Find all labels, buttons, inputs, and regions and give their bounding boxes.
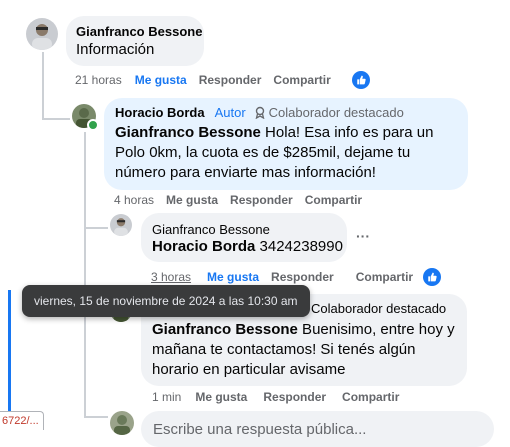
comment-text-block: Gianfranco Bessone Hola! Esa info es par… <box>115 123 455 183</box>
timestamp-link[interactable]: 3 horas <box>151 270 191 284</box>
more-options-button[interactable]: ··· <box>356 228 370 244</box>
thread-branch-2 <box>84 227 108 229</box>
timestamp-link[interactable]: 4 horas <box>114 193 154 207</box>
comment-text: Información <box>76 41 155 58</box>
comment-actions-1: 21 horas Me gusta Responder Compartir <box>75 73 331 87</box>
comment-actions-2: 4 horas Me gusta Responder Compartir <box>114 193 362 207</box>
comment-header: Horacio Borda Autor Colaborador destacad… <box>115 105 404 120</box>
timestamp-link[interactable]: 1 min <box>152 390 181 404</box>
left-accent-bar <box>8 290 11 415</box>
like-reaction-icon[interactable] <box>352 71 370 89</box>
share-button[interactable]: Compartir <box>356 270 413 284</box>
mention-link[interactable]: Horacio Borda <box>152 238 255 255</box>
reply-input[interactable]: Escribe una respuesta pública... <box>141 411 494 447</box>
comment-bubble-1: Gianfranco Bessone Información <box>66 16 204 66</box>
comment-header: Colaborador destacado <box>296 301 446 316</box>
reply-button[interactable]: Responder <box>271 270 334 284</box>
reply-button[interactable]: Responder <box>199 73 262 87</box>
comment-bubble-3: Gianfranco Bessone Horacio Borda 3424238… <box>141 213 347 262</box>
mention-link[interactable]: Gianfranco Bessone <box>115 124 261 141</box>
comment-text-block: Horacio Borda 3424238990 <box>152 237 343 257</box>
like-button[interactable]: Me gusta <box>207 270 259 284</box>
mention-link[interactable]: Gianfranco Bessone <box>152 321 298 338</box>
comment-text-block: Gianfranco Bessone Buenisimo, entre hoy … <box>152 320 458 380</box>
badge-label: Colaborador destacado <box>311 301 447 316</box>
like-button[interactable]: Me gusta <box>135 73 187 87</box>
comment-bubble-2: Horacio Borda Autor Colaborador destacad… <box>104 98 468 190</box>
badge-label: Colaborador destacado <box>268 105 404 120</box>
thread-branch-3 <box>84 416 108 418</box>
thread-branch-1 <box>42 118 70 120</box>
badge-icon <box>254 106 266 120</box>
avatar-gianfranco[interactable] <box>26 18 58 50</box>
reply-placeholder: Escribe una respuesta pública... <box>153 421 367 438</box>
comment-actions-3: 3 horas Me gusta Responder Compartir <box>151 270 413 284</box>
timestamp-link[interactable]: 21 horas <box>75 73 122 87</box>
share-button[interactable]: Compartir <box>273 73 330 87</box>
like-reaction-icon[interactable] <box>423 268 441 286</box>
thread-line-2 <box>84 132 86 417</box>
online-indicator <box>87 119 99 131</box>
comment-text: 3424238990 <box>255 238 343 255</box>
timestamp-tooltip: viernes, 15 de noviembre de 2024 a las 1… <box>22 285 310 317</box>
comment-author[interactable]: Gianfranco Bessone <box>76 24 202 39</box>
comment-author[interactable]: Horacio Borda <box>115 105 205 120</box>
comment-actions-4: 1 min Me gusta Responder Compartir <box>152 390 399 404</box>
thread-line-1 <box>42 52 44 120</box>
status-url: 6722/... <box>0 411 44 430</box>
share-button[interactable]: Compartir <box>305 193 362 207</box>
reply-button[interactable]: Responder <box>263 390 326 404</box>
current-user-avatar[interactable] <box>110 411 134 435</box>
reply-button[interactable]: Responder <box>230 193 293 207</box>
share-button[interactable]: Compartir <box>342 390 399 404</box>
author-tag: Autor <box>214 105 246 120</box>
comment-author[interactable]: Gianfranco Bessone <box>152 222 270 237</box>
avatar-gianfranco[interactable] <box>110 214 132 236</box>
like-button[interactable]: Me gusta <box>195 390 247 404</box>
like-button[interactable]: Me gusta <box>166 193 218 207</box>
